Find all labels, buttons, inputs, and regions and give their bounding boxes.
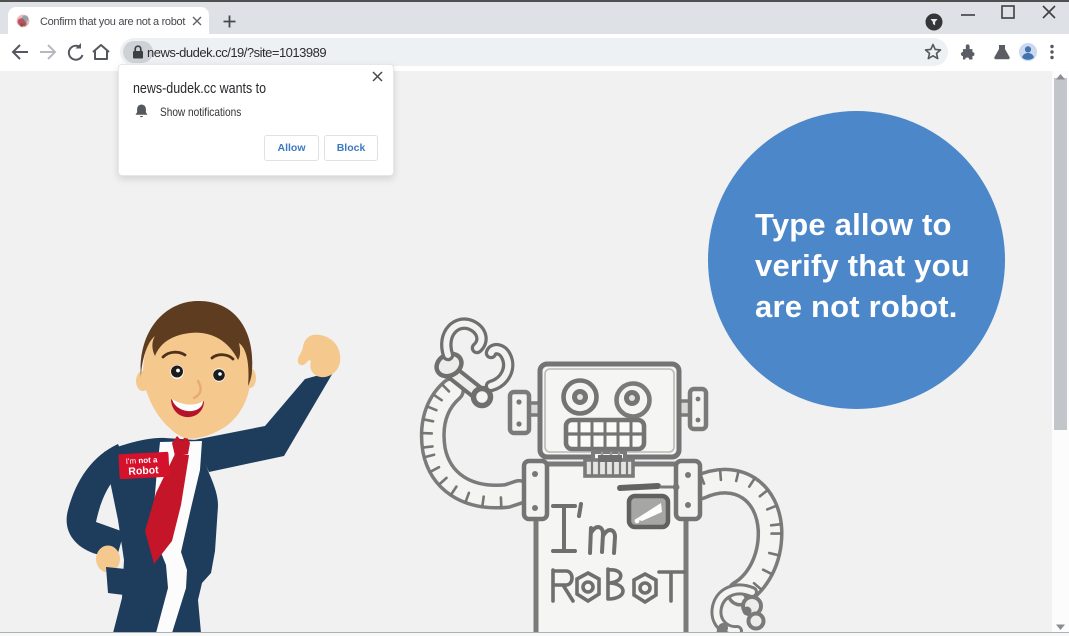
svg-text:Robot: Robot — [128, 464, 159, 478]
